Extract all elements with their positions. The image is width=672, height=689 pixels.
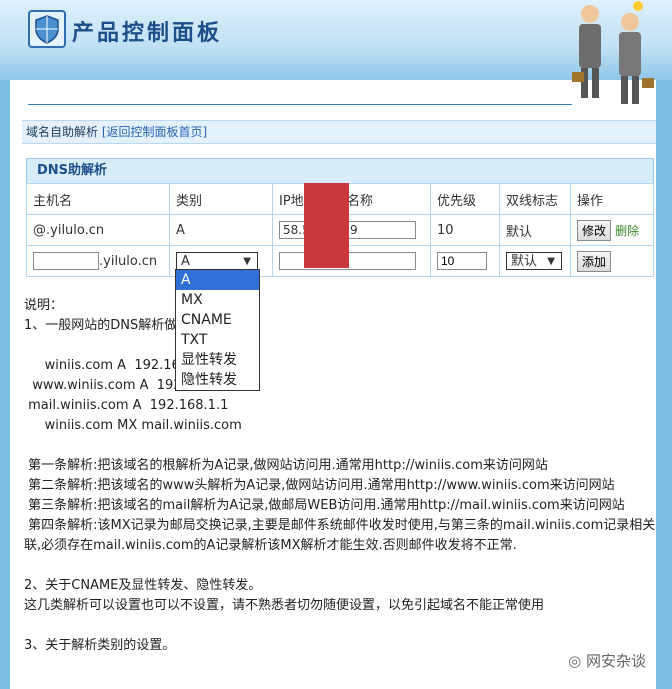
- back-to-panel-link[interactable]: [返回控制面板首页]: [102, 125, 207, 139]
- example-record: winiis.com A 192.168: [24, 358, 189, 373]
- col-ip: IP地址/主机名称: [272, 183, 431, 215]
- option-a[interactable]: A: [176, 270, 259, 290]
- row1-actions: 修改 删除: [570, 214, 654, 246]
- left-border: [0, 80, 10, 689]
- panel-title: 产品控制面板: [72, 21, 223, 46]
- col-line: 双线标志: [499, 183, 571, 215]
- instructions-heading: 说明：: [24, 298, 64, 313]
- business-people-icon: [568, 0, 658, 110]
- example-record: mail.winiis.com A 192.168.1.1: [24, 398, 229, 413]
- dns-table-caption: DNS助解析: [26, 158, 654, 183]
- col-host: 主机名: [26, 183, 170, 215]
- instructions-line: 第三条解析:把该域名的mail解析为A记录,做邮局WEB访问用.通常用http:…: [24, 498, 625, 513]
- new-host-input[interactable]: [33, 252, 99, 270]
- row2-priority-cell: [430, 245, 500, 277]
- col-actions: 操作: [570, 183, 654, 215]
- delete-link[interactable]: 删除: [615, 224, 639, 238]
- breadcrumb-current: 域名自助解析: [26, 125, 99, 139]
- row2-ip-cell: [272, 245, 431, 277]
- page-frame: 产品控制面板 域名自助解析 [返回控制面板首页] DNS助解析 主机名 类别 I…: [0, 0, 672, 689]
- row2-host-suffix: .yilulo.cn: [99, 254, 158, 269]
- row1-line: 默认: [499, 214, 571, 246]
- row1-type: A: [169, 214, 273, 246]
- type-dropdown-list[interactable]: A MX CNAME TXT 显性转发 隐性转发: [175, 269, 260, 391]
- instructions-line: 第二条解析:把该域名的www头解析为A记录,做网站访问用.通常用http://w…: [24, 478, 615, 493]
- type-select-value: A: [181, 254, 190, 269]
- wechat-icon: ◎: [568, 652, 582, 670]
- instructions-line: 第四条解析:该MX记录为邮局交换记录,主要是邮件系统邮件收发时使用,与第三条的m…: [24, 518, 656, 533]
- row1-ip-tail: 9: [350, 223, 358, 237]
- shield-logo-icon: [28, 10, 66, 48]
- row1-priority: 10: [430, 214, 500, 246]
- option-implicit-forward[interactable]: 隐性转发: [176, 370, 259, 390]
- watermark-text: 网安杂谈: [585, 652, 646, 670]
- type-select[interactable]: A ▼: [176, 252, 258, 270]
- instructions-line: 1、一般网站的DNS解析做: [24, 318, 178, 333]
- instructions-line: 这几类解析可以设置也可以不设置，请不熟悉者切勿随便设置，以免引起域名不能正常使用: [24, 598, 545, 613]
- add-button[interactable]: 添加: [577, 250, 612, 272]
- instructions-line: 2、关于CNAME及显性转发、隐性转发。: [24, 578, 262, 593]
- example-record: winiis.com MX mail.winiis.com: [24, 418, 242, 433]
- row2-line-cell: 默认 ▼: [499, 245, 571, 277]
- line-select[interactable]: 默认 ▼: [506, 252, 562, 270]
- row2-host-cell: .yilulo.cn: [26, 245, 170, 277]
- row2-actions: 添加: [570, 245, 654, 277]
- row1-ip-cell: 58.5 9: [272, 214, 431, 246]
- instructions-line: 第一条解析:把该域名的根解析为A记录,做网站访问用.通常用http://wini…: [24, 458, 548, 473]
- watermark: ◎ 网安杂谈: [568, 650, 646, 671]
- row1-host: @.yilulo.cn: [26, 214, 170, 246]
- new-priority-input[interactable]: [437, 252, 487, 270]
- option-explicit-forward[interactable]: 显性转发: [176, 350, 259, 370]
- instructions-line: 3、关于解析类别的设置。: [24, 638, 176, 653]
- redaction-block: [304, 183, 349, 268]
- col-priority: 优先级: [430, 183, 500, 215]
- instructions: 说明： 1、一般网站的DNS解析做 winiis.com A 192.168 w…: [24, 296, 656, 656]
- chevron-down-icon: ▼: [547, 256, 555, 267]
- right-border: [656, 80, 672, 689]
- option-txt[interactable]: TXT: [176, 330, 259, 350]
- instructions-line: 联,必须存在mail.winiis.com的A记录解析该MX解析才能生效.否则邮…: [24, 538, 517, 553]
- col-type: 类别: [169, 183, 273, 215]
- header-separator: [28, 104, 572, 105]
- edit-button[interactable]: 修改: [577, 219, 612, 241]
- example-record: www.winiis.com A 192.168.1.1: [24, 378, 236, 393]
- option-mx[interactable]: MX: [176, 290, 259, 310]
- option-cname[interactable]: CNAME: [176, 310, 259, 330]
- line-select-value: 默认: [511, 254, 538, 269]
- breadcrumb: 域名自助解析 [返回控制面板首页]: [22, 120, 656, 144]
